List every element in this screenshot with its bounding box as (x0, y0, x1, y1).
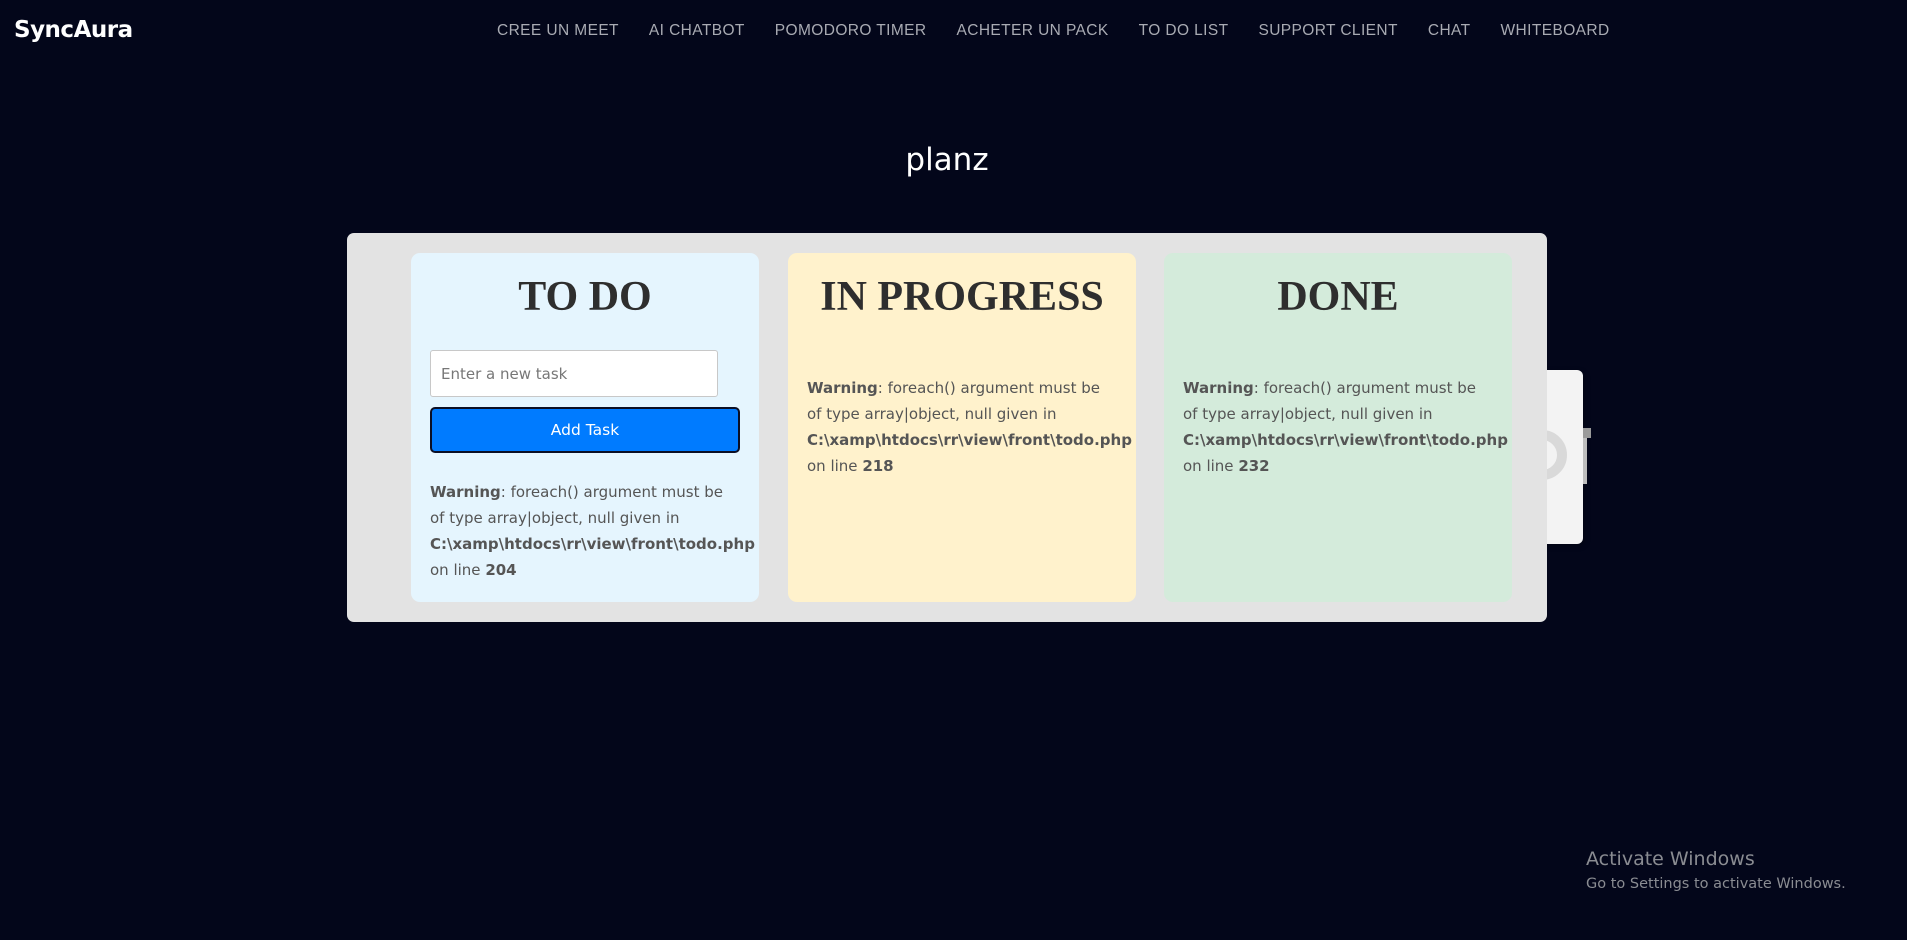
warning-line-text: on line (430, 561, 481, 579)
new-task-input[interactable] (430, 350, 718, 397)
warning-line-number: 218 (862, 457, 894, 475)
warning-label: Warning (430, 483, 501, 501)
nav-buy-pack[interactable]: ACHETER UN PACK (957, 22, 1109, 40)
column-title-todo: TO DO (518, 274, 652, 320)
tab-shape (1583, 428, 1591, 438)
windows-activation-watermark: Activate Windows Go to Settings to activ… (1586, 848, 1846, 892)
nav-create-meet[interactable]: CREE UN MEET (497, 22, 619, 40)
nav-ai-chatbot[interactable]: AI CHATBOT (649, 22, 745, 40)
nav-todo-list[interactable]: TO DO LIST (1139, 22, 1229, 40)
nav-support-client[interactable]: SUPPORT CLIENT (1258, 22, 1397, 40)
main-nav: CREE UN MEET AI CHATBOT POMODORO TIMER A… (497, 22, 1640, 40)
warning-file: C:\xamp\htdocs\rr\view\front\todo.php (807, 431, 1132, 449)
page-title: planz (905, 142, 989, 178)
php-warning-todo: Warning: foreach() argument must be of t… (430, 479, 755, 583)
warning-line-number: 204 (485, 561, 517, 579)
column-title-in-progress: IN PROGRESS (820, 274, 1104, 320)
warning-label: Warning (1183, 379, 1254, 397)
warning-line-number: 232 (1238, 457, 1270, 475)
php-warning-done: Warning: foreach() argument must be of t… (1183, 375, 1508, 479)
warning-file: C:\xamp\htdocs\rr\view\front\todo.php (1183, 431, 1508, 449)
column-todo: TO DO Add Task Warning: foreach() argume… (411, 253, 759, 602)
warning-label: Warning (807, 379, 878, 397)
column-done: DONE Warning: foreach() argument must be… (1164, 253, 1512, 602)
bar-shape (1583, 438, 1587, 484)
warning-line-text: on line (807, 457, 858, 475)
php-warning-in-progress: Warning: foreach() argument must be of t… (807, 375, 1132, 479)
brand-logo[interactable]: SyncAura (14, 17, 133, 43)
warning-file: C:\xamp\htdocs\rr\view\front\todo.php (430, 535, 755, 553)
watermark-title: Activate Windows (1586, 848, 1755, 870)
column-in-progress: IN PROGRESS Warning: foreach() argument … (788, 253, 1136, 602)
top-navbar: SyncAura CREE UN MEET AI CHATBOT POMODOR… (0, 0, 1907, 62)
kanban-board: TO DO Add Task Warning: foreach() argume… (347, 233, 1547, 622)
nav-chat[interactable]: CHAT (1428, 22, 1471, 40)
watermark-subtitle: Go to Settings to activate Windows. (1586, 876, 1846, 892)
warning-line-text: on line (1183, 457, 1234, 475)
column-title-done: DONE (1277, 274, 1399, 320)
nav-pomodoro-timer[interactable]: POMODORO TIMER (775, 22, 927, 40)
add-task-button[interactable]: Add Task (430, 407, 740, 453)
nav-whiteboard[interactable]: WHITEBOARD (1501, 22, 1610, 40)
